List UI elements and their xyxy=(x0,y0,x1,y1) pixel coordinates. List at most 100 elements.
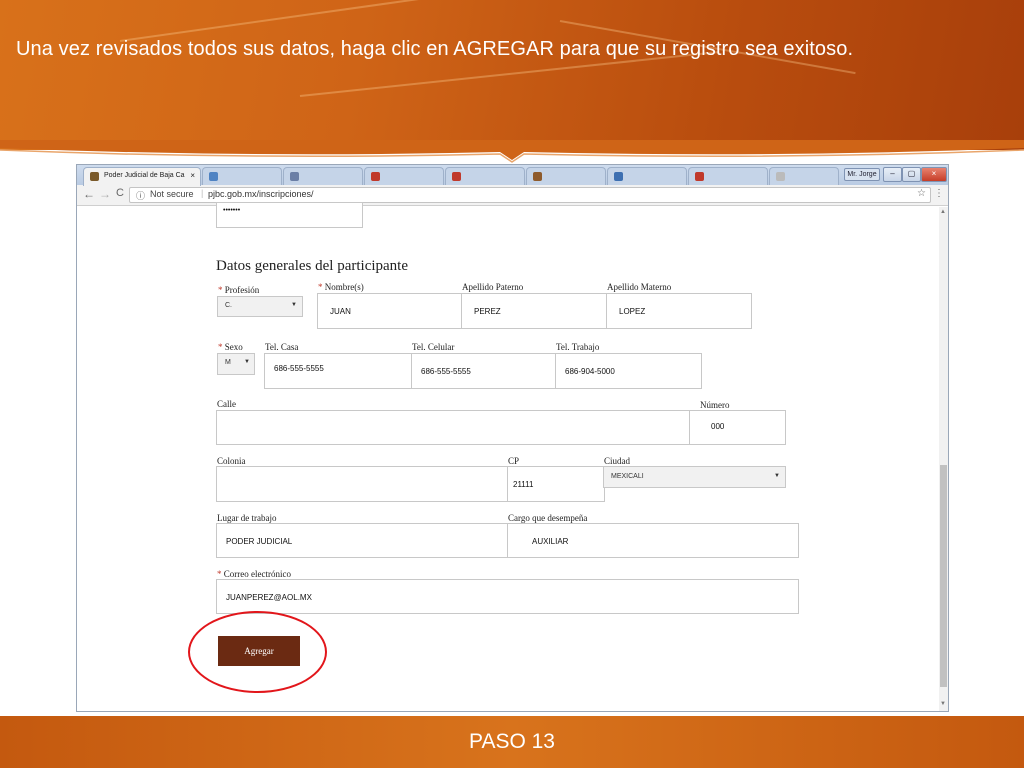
tab-blurred[interactable] xyxy=(526,167,606,186)
ciudad-select[interactable]: MEXICALI ▼ xyxy=(603,466,786,488)
back-button[interactable]: ← xyxy=(83,187,95,201)
password-mask: ••••••• xyxy=(223,207,241,214)
tab-blurred[interactable] xyxy=(283,167,363,186)
favicon-icon xyxy=(290,172,299,181)
chevron-down-icon: ▼ xyxy=(244,359,250,365)
numero-value: 000 xyxy=(711,422,725,431)
url-separator: | xyxy=(201,188,204,198)
section-title: Datos generales del participante xyxy=(216,258,408,274)
tel-trabajo-input[interactable]: 686-904-5000 xyxy=(555,353,702,389)
header-curve xyxy=(0,140,1024,163)
close-window-button[interactable]: × xyxy=(921,167,947,182)
numero-input[interactable]: 000 xyxy=(689,410,786,445)
address-bar[interactable]: ⓘ Not secure | pjbc.gob.mx/inscripciones… xyxy=(129,187,931,203)
page-scrollbar[interactable]: ▲ ▼ xyxy=(939,207,948,711)
forward-button[interactable]: → xyxy=(99,187,111,201)
ciudad-label: Ciudad xyxy=(604,456,630,466)
browser-menu-icon[interactable]: ⋮ xyxy=(934,188,944,199)
numero-label: Número xyxy=(700,400,730,410)
ciudad-value: MEXICALI xyxy=(611,473,644,480)
lugar-trabajo-value: PODER JUDICIAL xyxy=(226,537,293,546)
correo-value: JUANPEREZ@AOL.MX xyxy=(226,593,312,602)
step-label: PASO 13 xyxy=(469,730,555,753)
apellido-paterno-label: Apellido Paterno xyxy=(462,282,524,292)
favicon-icon xyxy=(371,172,380,181)
profesion-value: C. xyxy=(225,302,232,309)
nombre-value: JUAN xyxy=(330,307,351,316)
cargo-label: Cargo que desempeña xyxy=(508,513,588,523)
tel-trabajo-value: 686-904-5000 xyxy=(565,367,615,376)
profesion-label: * Profesión xyxy=(218,285,259,295)
sexo-label: * Sexo xyxy=(218,342,243,352)
highlight-circle xyxy=(188,611,327,693)
scroll-up-icon[interactable]: ▲ xyxy=(940,209,946,215)
sexo-select[interactable]: M ▼ xyxy=(217,353,255,375)
tab-blurred[interactable] xyxy=(364,167,444,186)
tel-celular-label: Tel. Celular xyxy=(412,342,455,352)
tel-celular-input[interactable]: 686-555-5555 xyxy=(411,353,557,389)
colonia-input[interactable] xyxy=(216,466,508,502)
header-streak xyxy=(119,0,497,42)
apellido-paterno-value: PEREZ xyxy=(474,307,501,316)
apellido-materno-value: LOPEZ xyxy=(619,307,646,316)
apellido-paterno-input[interactable]: PEREZ xyxy=(461,293,607,329)
tel-casa-input[interactable]: 686-555-5555 xyxy=(264,353,412,389)
bookmark-star-icon[interactable]: ☆ xyxy=(917,188,926,199)
chevron-down-icon: ▼ xyxy=(291,302,297,308)
favicon-icon xyxy=(533,172,542,181)
required-mark: * xyxy=(218,342,223,352)
tab-blurred[interactable] xyxy=(202,167,282,186)
sexo-label-text: Sexo xyxy=(224,342,243,352)
favicon-icon xyxy=(614,172,623,181)
tel-casa-value: 686-555-5555 xyxy=(274,364,324,373)
browser-toolbar: ← → C ⓘ Not secure | pjbc.gob.mx/inscrip… xyxy=(77,185,948,206)
sexo-value: M xyxy=(225,359,231,366)
security-label: Not secure xyxy=(150,189,194,199)
favicon-icon xyxy=(776,172,785,181)
cargo-input[interactable]: AUXILIAR xyxy=(507,523,799,558)
court-favicon-icon xyxy=(90,172,99,181)
tab-blurred[interactable] xyxy=(769,167,839,186)
profesion-select[interactable]: C. ▼ xyxy=(217,296,303,317)
info-icon[interactable]: ⓘ xyxy=(136,189,145,202)
required-mark: * xyxy=(217,569,222,579)
apellido-materno-input[interactable]: LOPEZ xyxy=(606,293,752,329)
lugar-trabajo-label: Lugar de trabajo xyxy=(217,513,277,523)
favicon-icon xyxy=(209,172,218,181)
favicon-icon xyxy=(695,172,704,181)
tab-title: Poder Judicial de Baja Ca xyxy=(104,172,185,179)
profile-button[interactable]: Mr. Jorge xyxy=(844,168,880,181)
tab-active[interactable]: Poder Judicial de Baja Ca × xyxy=(83,167,201,186)
cp-input[interactable]: 21111 xyxy=(507,466,605,502)
slide-footer: PASO 13 xyxy=(0,716,1024,768)
tel-trabajo-label: Tel. Trabajo xyxy=(556,342,600,352)
minimize-button[interactable]: – xyxy=(883,167,902,182)
scroll-down-icon[interactable]: ▼ xyxy=(940,701,946,707)
required-mark: * xyxy=(218,285,223,295)
calle-input[interactable] xyxy=(216,410,690,445)
apellido-materno-label: Apellido Materno xyxy=(607,282,672,292)
tab-blurred[interactable] xyxy=(607,167,687,186)
scroll-thumb[interactable] xyxy=(940,465,947,687)
nombre-label-text: Nombre(s) xyxy=(324,282,364,292)
calle-label: Calle xyxy=(217,399,236,409)
cp-value: 21111 xyxy=(513,480,534,489)
tab-blurred[interactable] xyxy=(688,167,768,186)
colonia-label: Colonia xyxy=(217,456,246,466)
nombre-input[interactable]: JUAN xyxy=(317,293,463,329)
correo-input[interactable]: JUANPEREZ@AOL.MX xyxy=(216,579,799,614)
required-mark: * xyxy=(318,282,323,292)
profesion-label-text: Profesión xyxy=(224,285,260,295)
tab-strip: Poder Judicial de Baja Ca × Mr. Jorge – … xyxy=(77,165,948,186)
chevron-down-icon: ▼ xyxy=(774,473,780,479)
lugar-trabajo-input[interactable]: PODER JUDICIAL xyxy=(216,523,508,558)
tab-close-icon[interactable]: × xyxy=(190,171,195,180)
reload-button[interactable]: C xyxy=(116,187,124,199)
password-field[interactable]: ••••••• xyxy=(216,202,363,228)
maximize-button[interactable]: ▢ xyxy=(902,167,921,182)
correo-label: * Correo electrónico xyxy=(217,569,291,579)
slide-header: Una vez revisados todos sus datos, haga … xyxy=(0,0,1024,150)
tab-blurred[interactable] xyxy=(445,167,525,186)
slide-title: Una vez revisados todos sus datos, haga … xyxy=(16,38,854,60)
favicon-icon xyxy=(452,172,461,181)
